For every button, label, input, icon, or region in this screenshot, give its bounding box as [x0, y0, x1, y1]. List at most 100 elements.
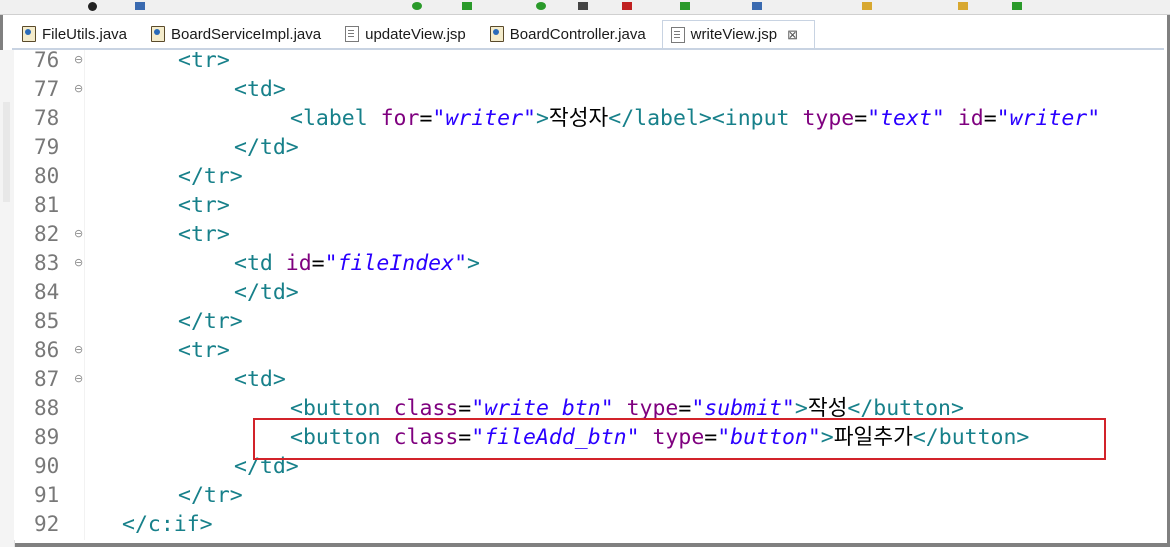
toolbar-icon[interactable]	[752, 2, 762, 10]
editor-tab-label: FileUtils.java	[42, 25, 128, 43]
code-token: </td>	[234, 280, 299, 305]
editor-tab[interactable]: BoardController.java	[482, 20, 662, 48]
editor-tab[interactable]: FileUtils.java	[14, 20, 143, 48]
editor-tab-label: BoardServiceImpl.java	[171, 25, 322, 43]
code-text: </tr>	[178, 307, 243, 336]
fold-toggle-icon[interactable]: ⊖	[74, 220, 83, 249]
code-text: </td>	[234, 278, 299, 307]
jsp-file-icon	[345, 26, 360, 42]
toolbar-icon[interactable]	[862, 2, 872, 10]
code-token: =	[311, 251, 325, 276]
toolbar-icon[interactable]	[622, 2, 632, 10]
code-line[interactable]: 79 </td>	[0, 133, 1164, 162]
code-text: <td>	[234, 365, 286, 394]
code-token: <td>	[234, 77, 286, 102]
code-token: <tr>	[178, 193, 230, 218]
line-number: 90	[34, 454, 60, 478]
toolbar-icon[interactable]	[462, 2, 472, 10]
code-token: =	[419, 106, 433, 131]
code-token: for	[380, 106, 420, 131]
code-token: </c:if>	[122, 512, 213, 537]
code-token: </tr>	[178, 309, 243, 334]
line-number: 79	[34, 135, 60, 159]
code-token: <tr>	[178, 338, 230, 363]
code-text: </tr>	[178, 481, 243, 510]
toolbar-icon[interactable]	[536, 2, 546, 10]
toolbar-icon[interactable]	[1012, 2, 1022, 10]
code-line[interactable]: 86 ⊖ <tr>	[0, 336, 1164, 365]
line-number: 82	[34, 222, 60, 246]
line-number: 78	[34, 106, 60, 130]
code-line[interactable]: 76 ⊖ <tr>	[0, 46, 1164, 75]
code-line[interactable]: 85 </tr>	[0, 307, 1164, 336]
code-token: <tr>	[178, 222, 230, 247]
code-text: <td id="fileIndex">	[234, 249, 480, 278]
toolbar-icon[interactable]	[680, 2, 690, 10]
code-text: <label for="writer">작성자</label><input ty…	[290, 104, 1100, 133]
code-text: <tr>	[178, 46, 230, 75]
fold-toggle-icon[interactable]: ⊖	[74, 336, 83, 365]
code-line[interactable]: 84 </td>	[0, 278, 1164, 307]
code-line[interactable]: 80 </tr>	[0, 162, 1164, 191]
code-token: "fileIndex"	[324, 251, 468, 276]
line-number: 85	[34, 309, 60, 333]
line-number: 84	[34, 280, 60, 304]
code-token: </label><input	[608, 106, 803, 131]
code-token: id	[957, 106, 984, 131]
code-token: "writer"	[996, 106, 1101, 131]
code-token: =	[983, 106, 997, 131]
code-token: </td>	[234, 135, 299, 160]
line-number: 80	[34, 164, 60, 188]
toolbar-icon[interactable]	[412, 2, 422, 10]
code-token: 작성자	[548, 106, 609, 131]
highlight-annotation-box	[253, 418, 1106, 460]
code-line[interactable]: 92 </c:if>	[0, 510, 1164, 539]
code-line[interactable]: 77 ⊖ <td>	[0, 75, 1164, 104]
line-number: 77	[34, 77, 60, 101]
code-token: </tr>	[178, 164, 243, 189]
editor-tab[interactable]: writeView.jsp ⊠	[661, 20, 816, 48]
java-file-icon	[22, 26, 36, 42]
code-text: <td>	[234, 75, 286, 104]
close-icon[interactable]: ⊠	[787, 27, 798, 43]
line-number: 81	[34, 193, 60, 217]
line-number: 88	[34, 396, 60, 420]
toolbar-icon[interactable]	[958, 2, 968, 10]
code-token: >	[467, 251, 480, 276]
editor-tab[interactable]: BoardServiceImpl.java	[143, 20, 337, 48]
code-token: <td>	[234, 367, 286, 392]
line-number: 83	[34, 251, 60, 275]
editor-tab-label: BoardController.java	[509, 25, 646, 43]
editor-tab-label: writeView.jsp	[690, 26, 778, 43]
line-number: 92	[34, 512, 60, 536]
java-file-icon	[489, 26, 504, 42]
code-line[interactable]: 87 ⊖ <td>	[0, 365, 1164, 394]
fold-toggle-icon[interactable]: ⊖	[74, 249, 83, 278]
code-token: "writer"	[432, 106, 536, 131]
line-number: 76	[34, 48, 60, 72]
fold-toggle-icon[interactable]: ⊖	[74, 75, 83, 104]
code-line[interactable]: 91 </tr>	[0, 481, 1164, 510]
code-token: >	[535, 106, 549, 131]
code-line[interactable]: 78 <label for="writer">작성자</label><input …	[0, 104, 1164, 133]
code-line[interactable]: 81 <tr>	[0, 191, 1164, 220]
toolbar-icon[interactable]	[578, 2, 588, 10]
code-line[interactable]: 82 ⊖ <tr>	[0, 220, 1164, 249]
line-number: 89	[34, 425, 60, 449]
jsp-file-icon	[670, 26, 685, 43]
line-number: 87	[34, 367, 60, 391]
fold-toggle-icon[interactable]: ⊖	[74, 46, 83, 75]
code-token: =	[854, 106, 868, 131]
java-file-icon	[151, 26, 166, 42]
code-line[interactable]: 83 ⊖ <td id="fileIndex">	[0, 249, 1164, 278]
code-text: </c:if>	[122, 510, 213, 539]
toolbar-icon[interactable]	[135, 2, 145, 10]
editor-tab-label: updateView.jsp	[365, 25, 466, 43]
editor-tab-bar: FileUtils.java BoardServiceImpl.java updat…	[14, 20, 1164, 48]
code-text: <tr>	[178, 336, 230, 365]
fold-toggle-icon[interactable]: ⊖	[74, 365, 83, 394]
code-token: "text"	[867, 106, 945, 131]
toolbar-icon[interactable]	[88, 2, 97, 11]
editor-tab[interactable]: updateView.jsp	[337, 20, 482, 48]
